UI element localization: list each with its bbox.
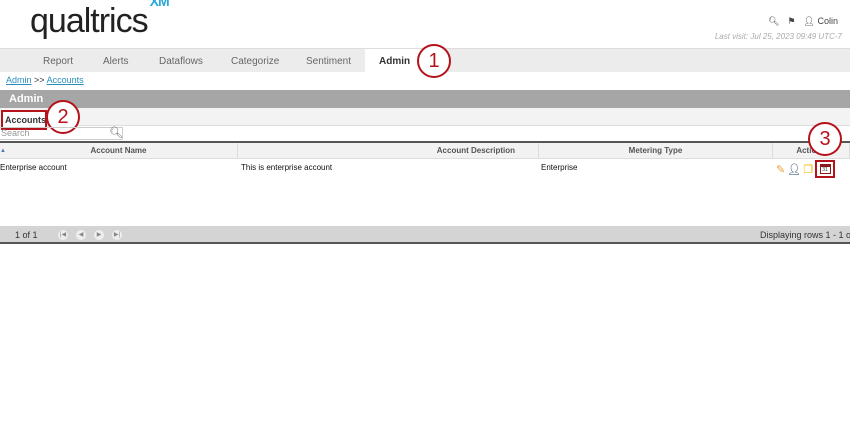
next-page-icon[interactable]: ▶ — [94, 230, 104, 240]
col-account-name[interactable]: ▲ Account Name — [0, 143, 238, 159]
breadcrumb-admin[interactable]: Admin — [6, 75, 32, 85]
breadcrumb-separator: >> — [34, 75, 45, 85]
subtab-bar — [0, 108, 850, 126]
tab-categorize[interactable]: Categorize — [231, 49, 279, 73]
section-title: Admin — [0, 90, 850, 108]
metering-type: Enterprise — [541, 163, 578, 172]
row-actions: ✎ 👤︎ ❐ 31 — [776, 160, 836, 178]
sort-asc-icon: ▲ — [0, 148, 6, 154]
copy-icon[interactable]: ❐ — [803, 163, 813, 176]
page-indicator: 1 of 1 — [15, 230, 38, 240]
user-icon[interactable]: 👤︎ — [787, 163, 801, 176]
rows-display: Displaying rows 1 - 1 of 1 — [760, 230, 850, 240]
col-account-description[interactable]: Account Description — [238, 143, 539, 159]
pager: 1 of 1 |◀ ◀ ▶ ▶| Displaying rows 1 - 1 o… — [0, 226, 850, 244]
tab-dataflows[interactable]: Dataflows — [159, 49, 203, 73]
flag-icon[interactable]: ⚑ — [787, 16, 795, 27]
prev-page-icon[interactable]: ◀ — [76, 230, 86, 240]
calendar-icon: 31 — [819, 164, 831, 174]
qualtrics-logo: qualtricsXM — [30, 0, 170, 40]
last-visit: Last visit: Jul 25, 2023 09:49 UTC-7 — [714, 32, 842, 41]
tab-sentiment[interactable]: Sentiment — [306, 49, 351, 73]
breadcrumb-accounts[interactable]: Accounts — [47, 75, 84, 85]
tab-report[interactable]: Report — [43, 49, 73, 73]
callout-1: 1 — [417, 44, 451, 78]
user-menu[interactable]: 👤︎ Colin — [804, 16, 838, 27]
breadcrumb: Admin >> Accounts — [6, 75, 84, 85]
accounts-table: ▲ Account Name Account Description Meteri… — [0, 141, 850, 244]
search-input[interactable]: Search — [0, 127, 123, 140]
callout-3: 3 — [808, 122, 842, 156]
user-icon: 👤︎ — [803, 16, 815, 26]
calendar-button[interactable]: 31 — [815, 160, 836, 178]
tab-alerts[interactable]: Alerts — [103, 49, 129, 73]
edit-pencil-icon[interactable]: ✎ — [776, 163, 785, 176]
last-page-icon[interactable]: ▶| — [112, 230, 122, 240]
account-name: Enterprise account — [0, 163, 67, 172]
account-description: This is enterprise account — [241, 163, 333, 172]
first-page-icon[interactable]: |◀ — [58, 230, 68, 240]
search-icon[interactable]: 🔍︎ — [768, 16, 779, 27]
col-metering-type[interactable]: Metering Type — [539, 143, 773, 159]
user-utilities: 🔍︎ ⚑ 👤︎ Colin — [768, 16, 838, 27]
tab-admin[interactable]: Admin — [365, 49, 425, 73]
search-icon[interactable]: 🔍︎ — [109, 126, 123, 139]
